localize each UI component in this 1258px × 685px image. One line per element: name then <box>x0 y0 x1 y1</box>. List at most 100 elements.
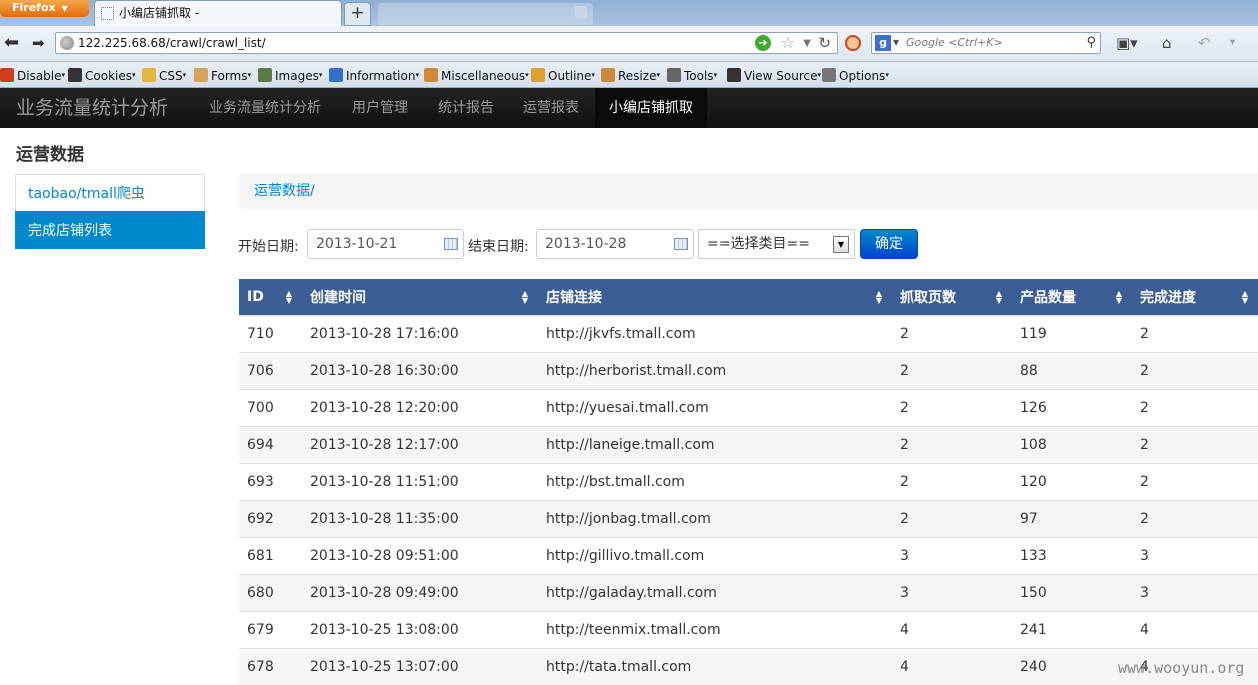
cell-id: 679 <box>239 610 302 648</box>
sort-icon[interactable]: ▲ ▼ <box>876 290 882 305</box>
column-header-label: 完成进度 <box>1140 289 1196 306</box>
column-header[interactable]: 店铺连接 ▲ ▼ <box>538 279 892 315</box>
bookmark-star-icon[interactable]: ☆ <box>781 33 795 53</box>
sidebar-item-crawler[interactable]: taobao/tmall爬虫 <box>15 174 205 212</box>
cell-product-count: 240 <box>1012 647 1132 685</box>
cell-created-time: 2013-10-28 09:51:00 <box>302 536 538 574</box>
google-search-engine-icon[interactable]: g <box>875 35 891 51</box>
column-header[interactable]: ID ▲ ▼ <box>239 279 302 315</box>
nav-link-reports[interactable]: 统计报告 <box>424 88 508 128</box>
devtools-menu-miscellaneous[interactable]: Miscellaneous▾ <box>424 66 529 84</box>
chevron-down-icon: ▾ <box>318 71 323 79</box>
new-tab-button[interactable]: + <box>344 2 371 26</box>
nav-link-traffic[interactable]: 业务流量统计分析 <box>195 88 335 128</box>
browser-tab-active[interactable]: 小编店铺抓取 - <box>94 0 342 26</box>
background-tab[interactable] <box>378 3 593 25</box>
go-arrow-icon[interactable]: ➜ <box>755 35 771 51</box>
devtools-menu-options[interactable]: Options▾ <box>822 66 889 84</box>
sort-icon[interactable]: ▲ ▼ <box>522 290 528 305</box>
devtools-menu-tools[interactable]: Tools▾ <box>667 66 717 84</box>
cell-pages: 4 <box>892 647 1012 685</box>
cell-id: 678 <box>239 647 302 685</box>
cell-shop-link: http://bst.tmall.com <box>538 462 892 500</box>
firefox-menu-button[interactable]: Firefox ▼ <box>0 0 89 17</box>
cell-pages: 3 <box>892 536 1012 574</box>
confirm-button[interactable]: 确定 <box>860 229 918 259</box>
devtools-menu-outline[interactable]: Outline▾ <box>531 66 595 84</box>
chevron-down-icon[interactable]: ▼ <box>833 236 849 253</box>
devtools-menu-forms[interactable]: Forms▾ <box>194 66 251 84</box>
options-icon <box>822 68 836 82</box>
calendar-icon[interactable] <box>674 238 688 250</box>
devtools-menu-css[interactable]: CSS▾ <box>142 66 186 84</box>
addon-icon[interactable]: ↶ <box>1198 34 1211 52</box>
sort-icon[interactable]: ▲ ▼ <box>1242 290 1248 305</box>
app-brand[interactable]: 业务流量统计分析 <box>16 88 168 128</box>
tab-close-icon[interactable] <box>575 6 587 18</box>
sidebar-nav: taobao/tmall爬虫 完成店铺列表 <box>15 174 205 249</box>
devtools-menu-label: Information <box>346 69 416 83</box>
cell-created-time: 2013-10-28 16:30:00 <box>302 351 538 389</box>
nav-link-operations[interactable]: 运营报表 <box>509 88 593 128</box>
cell-shop-link: http://jkvfs.tmall.com <box>538 314 892 352</box>
devtools-menu-label: Miscellaneous <box>441 69 526 83</box>
start-date-label: 开始日期: <box>238 239 299 255</box>
forward-arrow-icon[interactable]: ➡ <box>32 32 45 54</box>
column-header[interactable]: 抓取页数 ▲ ▼ <box>892 279 1012 315</box>
cell-created-time: 2013-10-28 12:20:00 <box>302 388 538 426</box>
sort-icon[interactable]: ▲ ▼ <box>1116 290 1122 305</box>
category-select[interactable]: ==选择类目== ▼ <box>698 229 855 259</box>
sidebar-item-completed-shops[interactable]: 完成店铺列表 <box>15 211 205 249</box>
home-icon[interactable]: ⌂ <box>1162 34 1172 52</box>
cell-shop-link: http://jonbag.tmall.com <box>538 499 892 537</box>
table-row: 710 2013-10-28 17:16:00 http://jkvfs.tmall… <box>239 314 1258 352</box>
end-date-input[interactable]: 2013-10-28 <box>536 229 694 259</box>
table-row: 706 2013-10-28 16:30:00 http://herborist.t… <box>239 351 1258 389</box>
nav-link-shop-crawl[interactable]: 小编店铺抓取 <box>595 88 707 128</box>
back-arrow-icon[interactable]: ⬅ <box>4 32 19 54</box>
breadcrumb: 运营数据/ <box>239 173 1258 209</box>
column-header[interactable]: 产品数量 ▲ ▼ <box>1012 279 1132 315</box>
globe-icon <box>60 36 74 50</box>
devtools-menu-disable[interactable]: Disable▾ <box>0 66 65 84</box>
chevron-down-icon: ▾ <box>817 71 822 79</box>
end-date-value: 2013-10-28 <box>545 236 627 252</box>
watermark: www.wooyun.org <box>1118 659 1245 677</box>
nav-link-users[interactable]: 用户管理 <box>338 88 422 128</box>
calendar-icon[interactable] <box>444 238 458 250</box>
start-date-input[interactable]: 2013-10-21 <box>307 229 464 259</box>
reload-icon[interactable]: ↻ <box>818 33 831 53</box>
bookmarks-menu-icon[interactable]: ▣▾ <box>1116 34 1138 52</box>
cell-created-time: 2013-10-28 11:35:00 <box>302 499 538 537</box>
column-header-label: ID <box>247 288 264 305</box>
sort-icon[interactable]: ▲ ▼ <box>996 290 1002 305</box>
devtools-menu-label: Forms <box>211 69 248 83</box>
overflow-icon[interactable]: ▾ <box>1230 37 1235 48</box>
stop-icon[interactable] <box>845 35 861 51</box>
devtools-menu-label: View Source <box>744 69 818 83</box>
table-row: 693 2013-10-28 11:51:00 http://bst.tmall.c… <box>239 462 1258 500</box>
cell-product-count: 88 <box>1012 351 1132 389</box>
column-header[interactable]: 创建时间 ▲ ▼ <box>302 279 538 315</box>
url-bar[interactable]: 122.225.68.68/crawl/crawl_list/ ➜ ☆ ▼ ↻ <box>55 32 838 54</box>
devtools-menu-cookies[interactable]: Cookies▾ <box>68 66 136 84</box>
breadcrumb-link[interactable]: 运营数据/ <box>254 183 315 199</box>
engine-dropdown-icon[interactable]: ▼ <box>893 33 899 53</box>
magnifier-icon[interactable]: ⚲ <box>1086 33 1096 53</box>
devtools-menu-view-source[interactable]: View Source▾ <box>727 66 821 84</box>
table-row: 700 2013-10-28 12:20:00 http://yuesai.tmal… <box>239 388 1258 426</box>
column-header[interactable]: 完成进度 ▲ ▼ <box>1132 279 1258 315</box>
cell-product-count: 150 <box>1012 573 1132 611</box>
category-selected-value: ==选择类目== <box>707 236 810 252</box>
cell-shop-link: http://teenmix.tmall.com <box>538 610 892 648</box>
sort-icon[interactable]: ▲ ▼ <box>286 290 292 305</box>
devtools-menu-resize[interactable]: Resize▾ <box>601 66 660 84</box>
devtools-menu-images[interactable]: Images▾ <box>258 66 322 84</box>
search-input[interactable]: g ▼ Google <Ctrl+K> ⚲ <box>871 32 1101 54</box>
end-date-label: 结束日期: <box>468 239 529 255</box>
cell-pages: 3 <box>892 573 1012 611</box>
table-row: 692 2013-10-28 11:35:00 http://jonbag.tmal… <box>239 499 1258 537</box>
cell-shop-link: http://gillivo.tmall.com <box>538 536 892 574</box>
devtools-menu-information[interactable]: Information▾ <box>329 66 419 84</box>
history-dropdown-icon[interactable]: ▼ <box>803 34 811 54</box>
